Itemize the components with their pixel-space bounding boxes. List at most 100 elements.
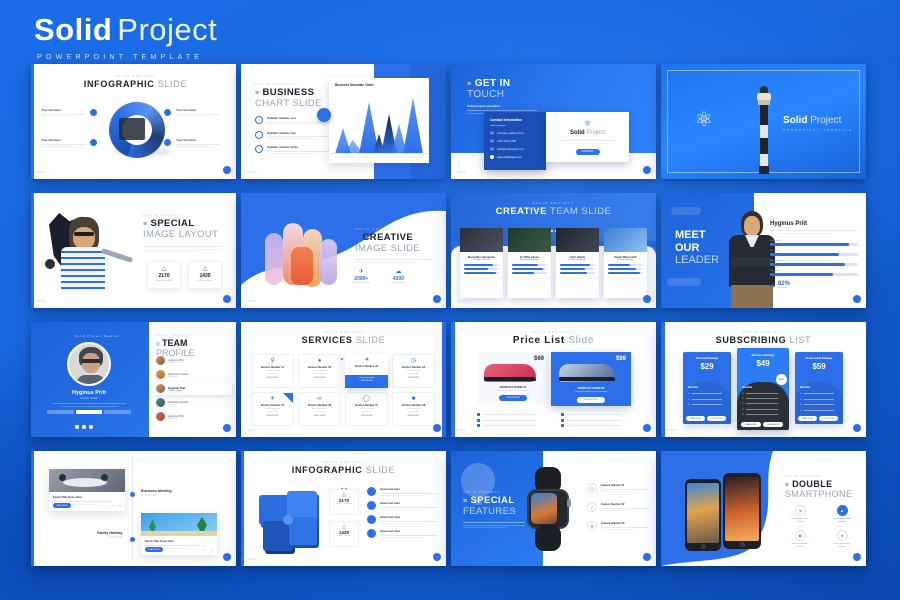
feature-item[interactable]: ◷ Feature Number 01 bbox=[587, 483, 649, 493]
event-card[interactable]: Event Title Goes Here READ MORE 120 24 bbox=[49, 469, 125, 511]
slide-thumbnail-cover[interactable]: ⚛ Solid Project POWERPOINT TEMPLATE bbox=[661, 64, 866, 179]
event-date: 12 June 2018 bbox=[141, 494, 156, 497]
package-name: Personal Package bbox=[695, 357, 719, 360]
slide-thumbnail-special-image-layout[interactable]: SOLID PROJECT ≡ SPECIAL IMAGE LAYOUT △ 2… bbox=[31, 193, 236, 308]
package-name: Business Package bbox=[751, 354, 775, 357]
slide-thumbnail-infographic-2[interactable]: SOLID PROJECT INFOGRAPHIC SLIDE △ 2170 H… bbox=[241, 451, 446, 566]
service-card[interactable]: ● Service Number 02 Lorem ipsum dolor sit… bbox=[298, 354, 341, 388]
service-card[interactable]: ⚲ Service Number 01 Lorem ipsum dolor sit… bbox=[251, 354, 294, 388]
contact-button[interactable]: CONTACT bbox=[575, 148, 600, 155]
slide-thumbnail-special-features[interactable]: SOLID PROJECT ≡ SPECIAL FEATURES ◷ Featu… bbox=[451, 451, 656, 566]
contact-item[interactable]: +001 2345 6789 bbox=[490, 139, 546, 143]
infographic-item[interactable]: Insert text here bbox=[367, 487, 438, 496]
slide-thumbnail-business-chart[interactable]: SOLID PROJECT ≡ BUSINESS CHART SLIDE Sub… bbox=[241, 64, 446, 179]
team-member-card[interactable]: Amir Hakim Senior Developer ft bbox=[556, 228, 599, 298]
skill-row: Management bbox=[770, 260, 858, 266]
service-card[interactable]: ☀ Service Number 05 Lorem ipsum dolor sit… bbox=[251, 392, 294, 426]
slide-eyebrow: SOLID PROJECT bbox=[785, 475, 823, 478]
member-stat: t bbox=[635, 280, 637, 284]
slide-number-badge bbox=[223, 166, 231, 174]
feature-item[interactable]: ➜ Lorem ipsum dolor sit amet bbox=[783, 505, 817, 524]
callout-item[interactable]: Your text here bbox=[164, 108, 226, 117]
infographic-item[interactable]: Insert text here bbox=[367, 529, 438, 538]
slide-thumbnail-meet-our-leader[interactable]: MEET OUR LEADER CEO Hyginus Priit Leader… bbox=[661, 193, 866, 308]
slide-intro: Solid project specialist bbox=[467, 104, 500, 108]
slide-thumbnail-creative-image[interactable]: SOLID PROJECT ≡ CREATIVE IMAGE SLIDE ✈ 2… bbox=[241, 193, 446, 308]
feature-item bbox=[477, 418, 537, 422]
slide-number-badge bbox=[223, 553, 231, 561]
slide-thumbnail-price-list[interactable]: SOLID PRODUCTS Price List Slide $69 PROD… bbox=[451, 322, 656, 437]
slide-thumbnail-services[interactable]: SOLID PROJECT SERVICES SLIDE ⚲ Service N… bbox=[241, 322, 446, 437]
team-list-item[interactable]: Hyginus Priit Creative Director bbox=[152, 354, 232, 367]
feature-item bbox=[477, 413, 537, 416]
team-member-card[interactable]: Ari Wibi Aksari Marketing Manager ft bbox=[508, 228, 551, 298]
slide-title-light: IMAGE SLIDE bbox=[355, 243, 421, 254]
order-button[interactable]: ORDER NOW bbox=[577, 397, 605, 403]
read-more-button[interactable]: READ MORE bbox=[686, 416, 705, 421]
service-card[interactable]: ◯ Service Number 07 Lorem ipsum dolor sit… bbox=[345, 392, 388, 426]
feature-item[interactable]: ✓ Feature Number 02 bbox=[587, 502, 649, 512]
team-list-item[interactable]: Hyginus Priit Marketing bbox=[152, 410, 232, 423]
team-list-item-active[interactable]: Hyginus Priit Lead Designer bbox=[152, 382, 232, 395]
order-now-button[interactable]: ORDER NOW bbox=[819, 416, 838, 421]
order-now-button[interactable]: ORDER NOW bbox=[707, 416, 726, 421]
slide-thumbnail-infographic[interactable]: SOLID PROJECT INFOGRAPHIC SLIDE Your tex… bbox=[31, 64, 236, 179]
team-list-item[interactable]: Valentino Zuvido Developer bbox=[152, 396, 232, 409]
package-card[interactable]: Professional Package $59 Benefits ✓ ✓ ✓ … bbox=[795, 352, 843, 424]
service-card[interactable]: ◷ Service Number 04 Lorem ipsum dolor sit… bbox=[392, 354, 435, 388]
feature-item[interactable]: ● Lorem ipsum dolor sit amet bbox=[825, 529, 859, 549]
leader-stat: ◕ 82% Skill Rate bbox=[770, 281, 858, 290]
event-card[interactable]: Event Title Goes Here READ MORE 98 16 bbox=[141, 513, 217, 555]
check-icon: ✓ bbox=[587, 502, 597, 512]
stat-caption: Project Finished bbox=[336, 535, 352, 537]
feature-item[interactable]: ⚙ Feature Number 03 bbox=[587, 521, 649, 531]
bullet-item[interactable]: Subtitle number two bbox=[255, 131, 337, 139]
leader-title-1: MEET bbox=[675, 229, 706, 241]
order-now-button[interactable]: ORDER NOW bbox=[763, 422, 783, 427]
stat-card: △ 1425 Project Finished bbox=[329, 521, 359, 547]
slide-thumbnail-double-smartphone[interactable]: SOLID PROJECT ≡ DOUBLE SMARTPHONE ➜ Lore… bbox=[661, 451, 866, 566]
contact-item[interactable]: hello@solidproject.com bbox=[490, 147, 546, 151]
slide-thumbnail-subscribing-list[interactable]: SOLID PROJECT SUBSCRIBING LIST Personal … bbox=[661, 322, 866, 437]
mountain-chart bbox=[329, 98, 429, 154]
slide-thumbnail-creative-team[interactable]: SOLID PROJECT CREATIVE TEAM SLIDE Marcel… bbox=[451, 193, 656, 308]
read-more-button[interactable]: READ MORE bbox=[53, 503, 71, 508]
slide-thumbnail-team-profile[interactable]: Solid Project Member Hyginus Priit Creat… bbox=[31, 322, 236, 437]
contact-item[interactable]: Company address here bbox=[490, 131, 546, 135]
donut-graphic bbox=[109, 102, 171, 158]
slide-thumbnail-get-in-touch[interactable]: ≡ GET IN TOUCH Solid project specialist … bbox=[451, 64, 656, 179]
timeline-dot bbox=[130, 492, 135, 497]
product-card[interactable]: $69 PRODUCT NAME 01 Lorem ipsum dolor si… bbox=[477, 352, 549, 404]
slide-thumbnail-events-timeline[interactable]: Event Title Goes Here READ MORE 120 24 B… bbox=[31, 451, 236, 566]
package-card-highlighted[interactable]: Business Package $49 BEST Benefits ✓ ✓ ✓… bbox=[737, 348, 789, 430]
team-list-item[interactable]: Valentino Zuvido Art Director bbox=[152, 368, 232, 381]
product-card-highlighted[interactable]: $89 PRODUCT NAME 02 Lorem ipsum dolor si… bbox=[551, 352, 631, 406]
read-more-button[interactable]: READ MORE bbox=[741, 422, 761, 427]
chart-icon: ▲ bbox=[836, 505, 848, 516]
callout-item[interactable]: Your text here bbox=[41, 138, 103, 147]
read-more-button[interactable]: READ MORE bbox=[145, 547, 163, 552]
slide-number-badge bbox=[643, 295, 651, 303]
bullet-item[interactable]: Subtitle number three bbox=[255, 145, 337, 154]
read-more-button[interactable]: READ MORE bbox=[798, 416, 817, 421]
feature-item-highlighted[interactable]: ▲ Lorem ipsum dolor sit amet bbox=[825, 505, 859, 524]
callout-item[interactable]: Your text here bbox=[41, 108, 103, 117]
infographic-item[interactable]: Insert text here bbox=[367, 515, 438, 524]
feature-item[interactable]: ◉ Lorem ipsum dolor sit amet bbox=[783, 529, 817, 549]
package-card[interactable]: Personal Package $29 Benefits ✓ ✓ ✓ READ… bbox=[683, 352, 731, 424]
team-member-card[interactable]: Sarah Winesmith Project Manager ft bbox=[604, 228, 647, 298]
user-icon: ● bbox=[317, 358, 322, 364]
service-card[interactable]: ∞ Service Number 06 Lorem ipsum dolor sit… bbox=[298, 392, 341, 426]
infographic-item[interactable]: Insert text here bbox=[367, 501, 438, 510]
capsule-collage-image bbox=[263, 217, 341, 295]
slide-eyebrow: SOLID PROJECT bbox=[742, 330, 785, 334]
callout-item[interactable]: Your text here bbox=[164, 138, 226, 147]
contact-item[interactable]: www.solidproject.com bbox=[490, 155, 546, 159]
service-card[interactable]: ■ Service Number 08 Lorem ipsum dolor sit… bbox=[392, 392, 435, 426]
slide-number-badge bbox=[223, 424, 231, 432]
leader-title-2: OUR bbox=[675, 241, 700, 254]
order-button[interactable]: ORDER NOW bbox=[499, 395, 527, 401]
service-card-highlighted[interactable]: ➜ Service Number 03 Lorem ipsum dolor VIE… bbox=[345, 354, 388, 388]
team-member-card[interactable]: Marcellino Benjamin Creative Director ft bbox=[460, 228, 503, 298]
slide-number-badge bbox=[223, 295, 231, 303]
